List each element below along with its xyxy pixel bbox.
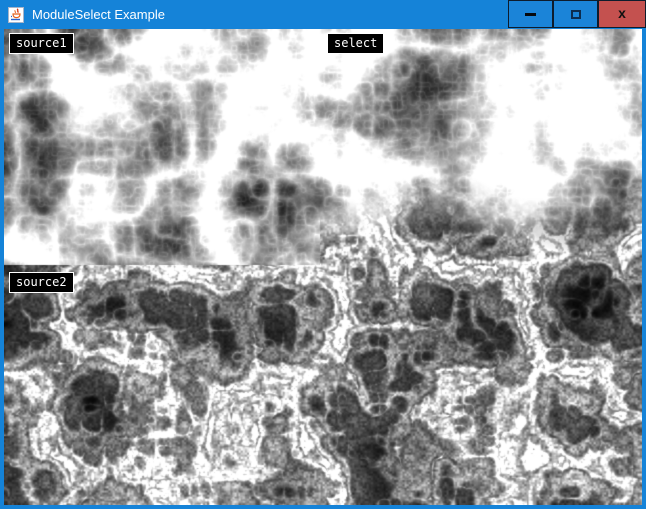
label-select: select bbox=[327, 33, 384, 54]
label-source2: source2 bbox=[9, 272, 74, 293]
label-source1: source1 bbox=[9, 33, 74, 54]
close-icon: x bbox=[618, 6, 626, 20]
render-area: source1 select source2 bbox=[4, 29, 642, 505]
noise-canvas bbox=[4, 29, 642, 505]
app-window: ModuleSelect Example x source1 select so… bbox=[0, 0, 646, 509]
minimize-icon bbox=[525, 13, 536, 16]
window-title: ModuleSelect Example bbox=[32, 0, 165, 29]
java-coffee-cup-icon bbox=[8, 7, 24, 23]
close-button[interactable]: x bbox=[598, 0, 646, 28]
maximize-icon bbox=[571, 10, 581, 19]
window-controls: x bbox=[508, 0, 646, 28]
minimize-button[interactable] bbox=[508, 0, 553, 28]
titlebar[interactable]: ModuleSelect Example x bbox=[0, 0, 646, 29]
maximize-button[interactable] bbox=[553, 0, 598, 28]
